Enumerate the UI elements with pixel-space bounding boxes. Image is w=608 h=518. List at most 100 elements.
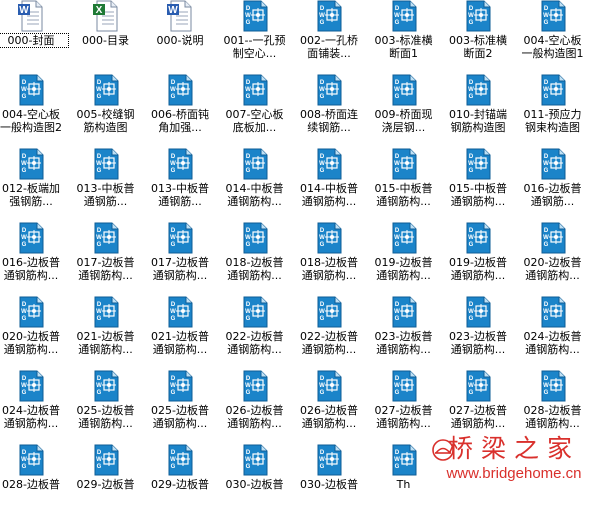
- file-item[interactable]: D W G 008-桥面连 续钢筋...: [292, 74, 366, 148]
- svg-text:G: G: [320, 316, 325, 322]
- file-item[interactable]: D W G 026-边板普 通钢筋构...: [292, 370, 366, 444]
- dwg-drawing-file-icon: D W G: [90, 222, 122, 254]
- file-item[interactable]: D W G 002-一孔桥 面铺装...: [292, 0, 366, 74]
- file-item[interactable]: D W G 025-边板普 通钢筋构...: [143, 370, 217, 444]
- file-item[interactable]: D W G 013-中板普 通钢筋...: [69, 148, 143, 222]
- file-item[interactable]: D W G 022-边板普 通钢筋构...: [218, 296, 292, 370]
- file-item[interactable]: D W G 028-边板普: [0, 444, 68, 518]
- dwg-drawing-file-icon: D W G: [462, 222, 494, 254]
- file-name-label: 004-空心板 一般构造图1: [521, 34, 584, 60]
- file-item[interactable]: D W G 016-边板普 通钢筋...: [516, 148, 590, 222]
- svg-text:W: W: [96, 309, 102, 315]
- svg-text:W: W: [245, 383, 251, 389]
- file-name-label: 020-边板普 通钢筋构...: [2, 330, 60, 356]
- file-item[interactable]: D W G 017-边板普 通钢筋构...: [69, 222, 143, 296]
- file-item[interactable]: D W G 023-边板普 通钢筋构...: [441, 296, 515, 370]
- file-item[interactable]: D W G 018-边板普 通钢筋构...: [218, 222, 292, 296]
- file-item[interactable]: D W G 029-边板普: [69, 444, 143, 518]
- file-item[interactable]: D W G 020-边板普 通钢筋构...: [0, 296, 68, 370]
- svg-text:D: D: [22, 228, 27, 234]
- svg-text:G: G: [22, 94, 27, 100]
- file-item[interactable]: D W G 018-边板普 通钢筋构...: [292, 222, 366, 296]
- svg-text:W: W: [543, 309, 549, 315]
- file-name-label: 013-中板普 通钢筋...: [151, 182, 209, 208]
- file-item[interactable]: D W G 017-边板普 通钢筋构...: [143, 222, 217, 296]
- file-item[interactable]: D W G 029-边板普: [143, 444, 217, 518]
- svg-text:G: G: [171, 168, 176, 174]
- file-item[interactable]: D W G 013-中板普 通钢筋...: [143, 148, 217, 222]
- svg-text:G: G: [320, 242, 325, 248]
- file-item[interactable]: D W G 005-校缝钢 筋构造图: [69, 74, 143, 148]
- file-item[interactable]: D W G 004-空心板 一般构造图1: [516, 0, 590, 74]
- dwg-drawing-file-icon: D W G: [15, 74, 47, 106]
- file-item[interactable]: D W G 014-中板普 通钢筋构...: [218, 148, 292, 222]
- file-item[interactable]: D W G 030-边板普: [218, 444, 292, 518]
- dwg-drawing-file-icon: D W G: [388, 444, 420, 476]
- file-name-label: 002-一孔桥 面铺装...: [300, 34, 358, 60]
- svg-text:D: D: [245, 302, 250, 308]
- file-name-label: 029-边板普: [151, 478, 209, 491]
- svg-text:D: D: [394, 376, 399, 382]
- file-item[interactable]: W 000-说明: [143, 0, 217, 74]
- file-name-label: 016-边板普 通钢筋...: [523, 182, 582, 208]
- file-item[interactable]: D W G 023-边板普 通钢筋构...: [367, 296, 441, 370]
- dwg-drawing-file-icon: D W G: [388, 222, 420, 254]
- file-item[interactable]: D W G 003-标准横 断面1: [367, 0, 441, 74]
- svg-text:W: W: [21, 161, 27, 167]
- file-item[interactable]: D W G 026-边板普 通钢筋构...: [218, 370, 292, 444]
- dwg-drawing-file-icon: D W G: [313, 222, 345, 254]
- file-item[interactable]: D W G 019-边板普 通钢筋构...: [441, 222, 515, 296]
- file-item[interactable]: D W G 012-板端加 强钢筋...: [0, 148, 68, 222]
- file-item[interactable]: D W G 025-边板普 通钢筋构...: [69, 370, 143, 444]
- file-item[interactable]: D W G 020-边板普 通钢筋构...: [516, 222, 590, 296]
- svg-text:W: W: [543, 13, 549, 19]
- file-item[interactable]: D W G 022-边板普 通钢筋构...: [292, 296, 366, 370]
- file-item[interactable]: W 000-封面: [0, 0, 69, 74]
- svg-text:W: W: [21, 309, 27, 315]
- svg-text:D: D: [171, 376, 176, 382]
- file-item[interactable]: D W G 006-桥面钝 角加强...: [143, 74, 217, 148]
- svg-text:D: D: [96, 302, 101, 308]
- file-item[interactable]: D W G 016-边板普 通钢筋构...: [0, 222, 68, 296]
- file-name-label: 016-边板普 通钢筋构...: [2, 256, 60, 282]
- dwg-drawing-file-icon: D W G: [388, 370, 420, 402]
- svg-text:W: W: [319, 161, 325, 167]
- dwg-drawing-file-icon: D W G: [313, 296, 345, 328]
- file-name-label: 009-桥面现 浇层钢...: [374, 108, 433, 134]
- svg-text:D: D: [96, 154, 101, 160]
- file-icon-grid: W 000-封面 X 000-目录 W 000-说明 D W G 001--一孔…: [0, 0, 608, 491]
- dwg-drawing-file-icon: D W G: [313, 370, 345, 402]
- file-item[interactable]: D W G 007-空心板 底板加...: [218, 74, 292, 148]
- file-item[interactable]: D W G 004-空心板 一般构造图2: [0, 74, 68, 148]
- file-item[interactable]: D W G 010-封锚端 钢筋构造图: [441, 74, 515, 148]
- file-item[interactable]: D W G 003-标准横 断面2: [441, 0, 515, 74]
- file-name-label: 018-边板普 通钢筋构...: [300, 256, 358, 282]
- svg-text:D: D: [469, 376, 474, 382]
- file-item[interactable]: D W G 001--一孔预 制空心...: [218, 0, 292, 74]
- file-item[interactable]: D W G 009-桥面现 浇层钢...: [367, 74, 441, 148]
- file-item[interactable]: D W G 011-预应力 钢束构造图: [516, 74, 590, 148]
- svg-text:G: G: [543, 168, 548, 174]
- file-item[interactable]: D W G 015-中板普 通钢筋构...: [367, 148, 441, 222]
- file-item[interactable]: D W G 024-边板普 通钢筋构...: [516, 296, 590, 370]
- svg-text:D: D: [543, 302, 548, 308]
- file-item[interactable]: D W G 019-边板普 通钢筋构...: [367, 222, 441, 296]
- svg-text:G: G: [543, 242, 548, 248]
- svg-text:W: W: [170, 161, 176, 167]
- svg-text:D: D: [320, 376, 325, 382]
- file-item[interactable]: D W G 021-边板普 通钢筋构...: [69, 296, 143, 370]
- file-item[interactable]: D W G 015-中板普 通钢筋构...: [441, 148, 515, 222]
- file-item[interactable]: D W G 030-边板普: [292, 444, 366, 518]
- file-name-label: 014-中板普 通钢筋构...: [300, 182, 358, 208]
- file-name-label: 003-标准横 断面1: [374, 34, 433, 60]
- file-item[interactable]: D W G 014-中板普 通钢筋构...: [292, 148, 366, 222]
- dwg-drawing-file-icon: D W G: [462, 296, 494, 328]
- svg-text:D: D: [22, 154, 27, 160]
- file-item[interactable]: X 000-目录: [69, 0, 143, 74]
- file-item[interactable]: D W G 021-边板普 通钢筋构...: [143, 296, 217, 370]
- dwg-drawing-file-icon: D W G: [15, 296, 47, 328]
- svg-text:G: G: [245, 390, 250, 396]
- file-item[interactable]: D W G 024-边板普 通钢筋构...: [0, 370, 68, 444]
- dwg-drawing-file-icon: D W G: [537, 370, 569, 402]
- file-name-label: 007-空心板 底板加...: [225, 108, 284, 134]
